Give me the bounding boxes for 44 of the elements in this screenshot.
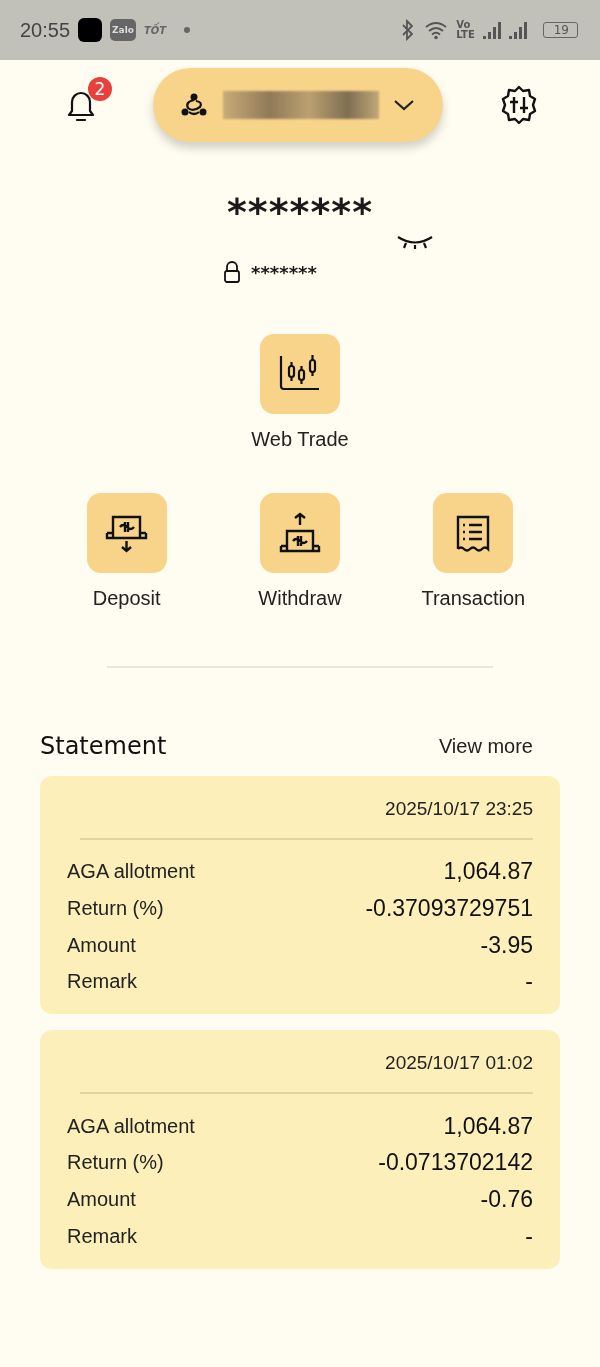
row-label: Remark [67, 970, 137, 994]
network-label: Vo LTE [456, 20, 475, 40]
action-tile[interactable] [260, 493, 340, 573]
row-label: AGA allotment [67, 1114, 195, 1138]
clock-time: 20:55 [20, 18, 71, 42]
row-label: Return (%) [67, 897, 164, 921]
locked-balance: ******* [251, 261, 317, 283]
action-tile[interactable] [86, 493, 167, 573]
view-more-link[interactable]: View more [438, 734, 533, 758]
row-value: -0.37093729751 [365, 895, 533, 923]
action-tile[interactable] [433, 493, 514, 573]
section-title: Statement [40, 732, 167, 760]
action-label: Deposit [92, 587, 161, 610]
row-value: - [525, 1222, 533, 1250]
row-label: Remark [67, 1224, 137, 1248]
app-label: TỐT [143, 24, 167, 36]
row-value: -3.95 [480, 931, 533, 959]
app-icon [78, 18, 103, 42]
action-label: Web Trade [251, 428, 349, 451]
statement-date: 2025/10/17 01:02 [385, 1052, 533, 1075]
withdraw-icon [278, 511, 322, 555]
battery-level: 19 [542, 22, 578, 38]
row-value: -0.76 [480, 1185, 533, 1213]
action-tile[interactable] [260, 334, 340, 414]
notification-dot-icon [184, 27, 191, 33]
row-label: AGA allotment [67, 860, 195, 884]
wifi-icon [424, 20, 449, 40]
app-icon: Zalo [110, 19, 136, 41]
statement-date: 2025/10/17 23:25 [385, 798, 533, 820]
row-label: Return (%) [67, 1151, 164, 1175]
notification-badge: 2 [88, 77, 112, 101]
account-selector[interactable] [153, 68, 443, 142]
row-value: -0.0713702142 [378, 1149, 533, 1177]
closed-eye-icon[interactable] [396, 234, 434, 250]
action-label: Transaction [421, 587, 526, 610]
row-value: 1,064.87 [443, 1112, 533, 1140]
row-label: Amount [67, 1187, 136, 1211]
row-value: - [525, 968, 533, 996]
action-label: Withdraw [258, 587, 342, 610]
chevron-down-icon [393, 98, 415, 112]
lock-icon [223, 260, 242, 284]
row-label: Amount [67, 933, 136, 957]
balance-amount: ******* [226, 190, 374, 234]
row-value: 1,064.87 [443, 858, 533, 886]
